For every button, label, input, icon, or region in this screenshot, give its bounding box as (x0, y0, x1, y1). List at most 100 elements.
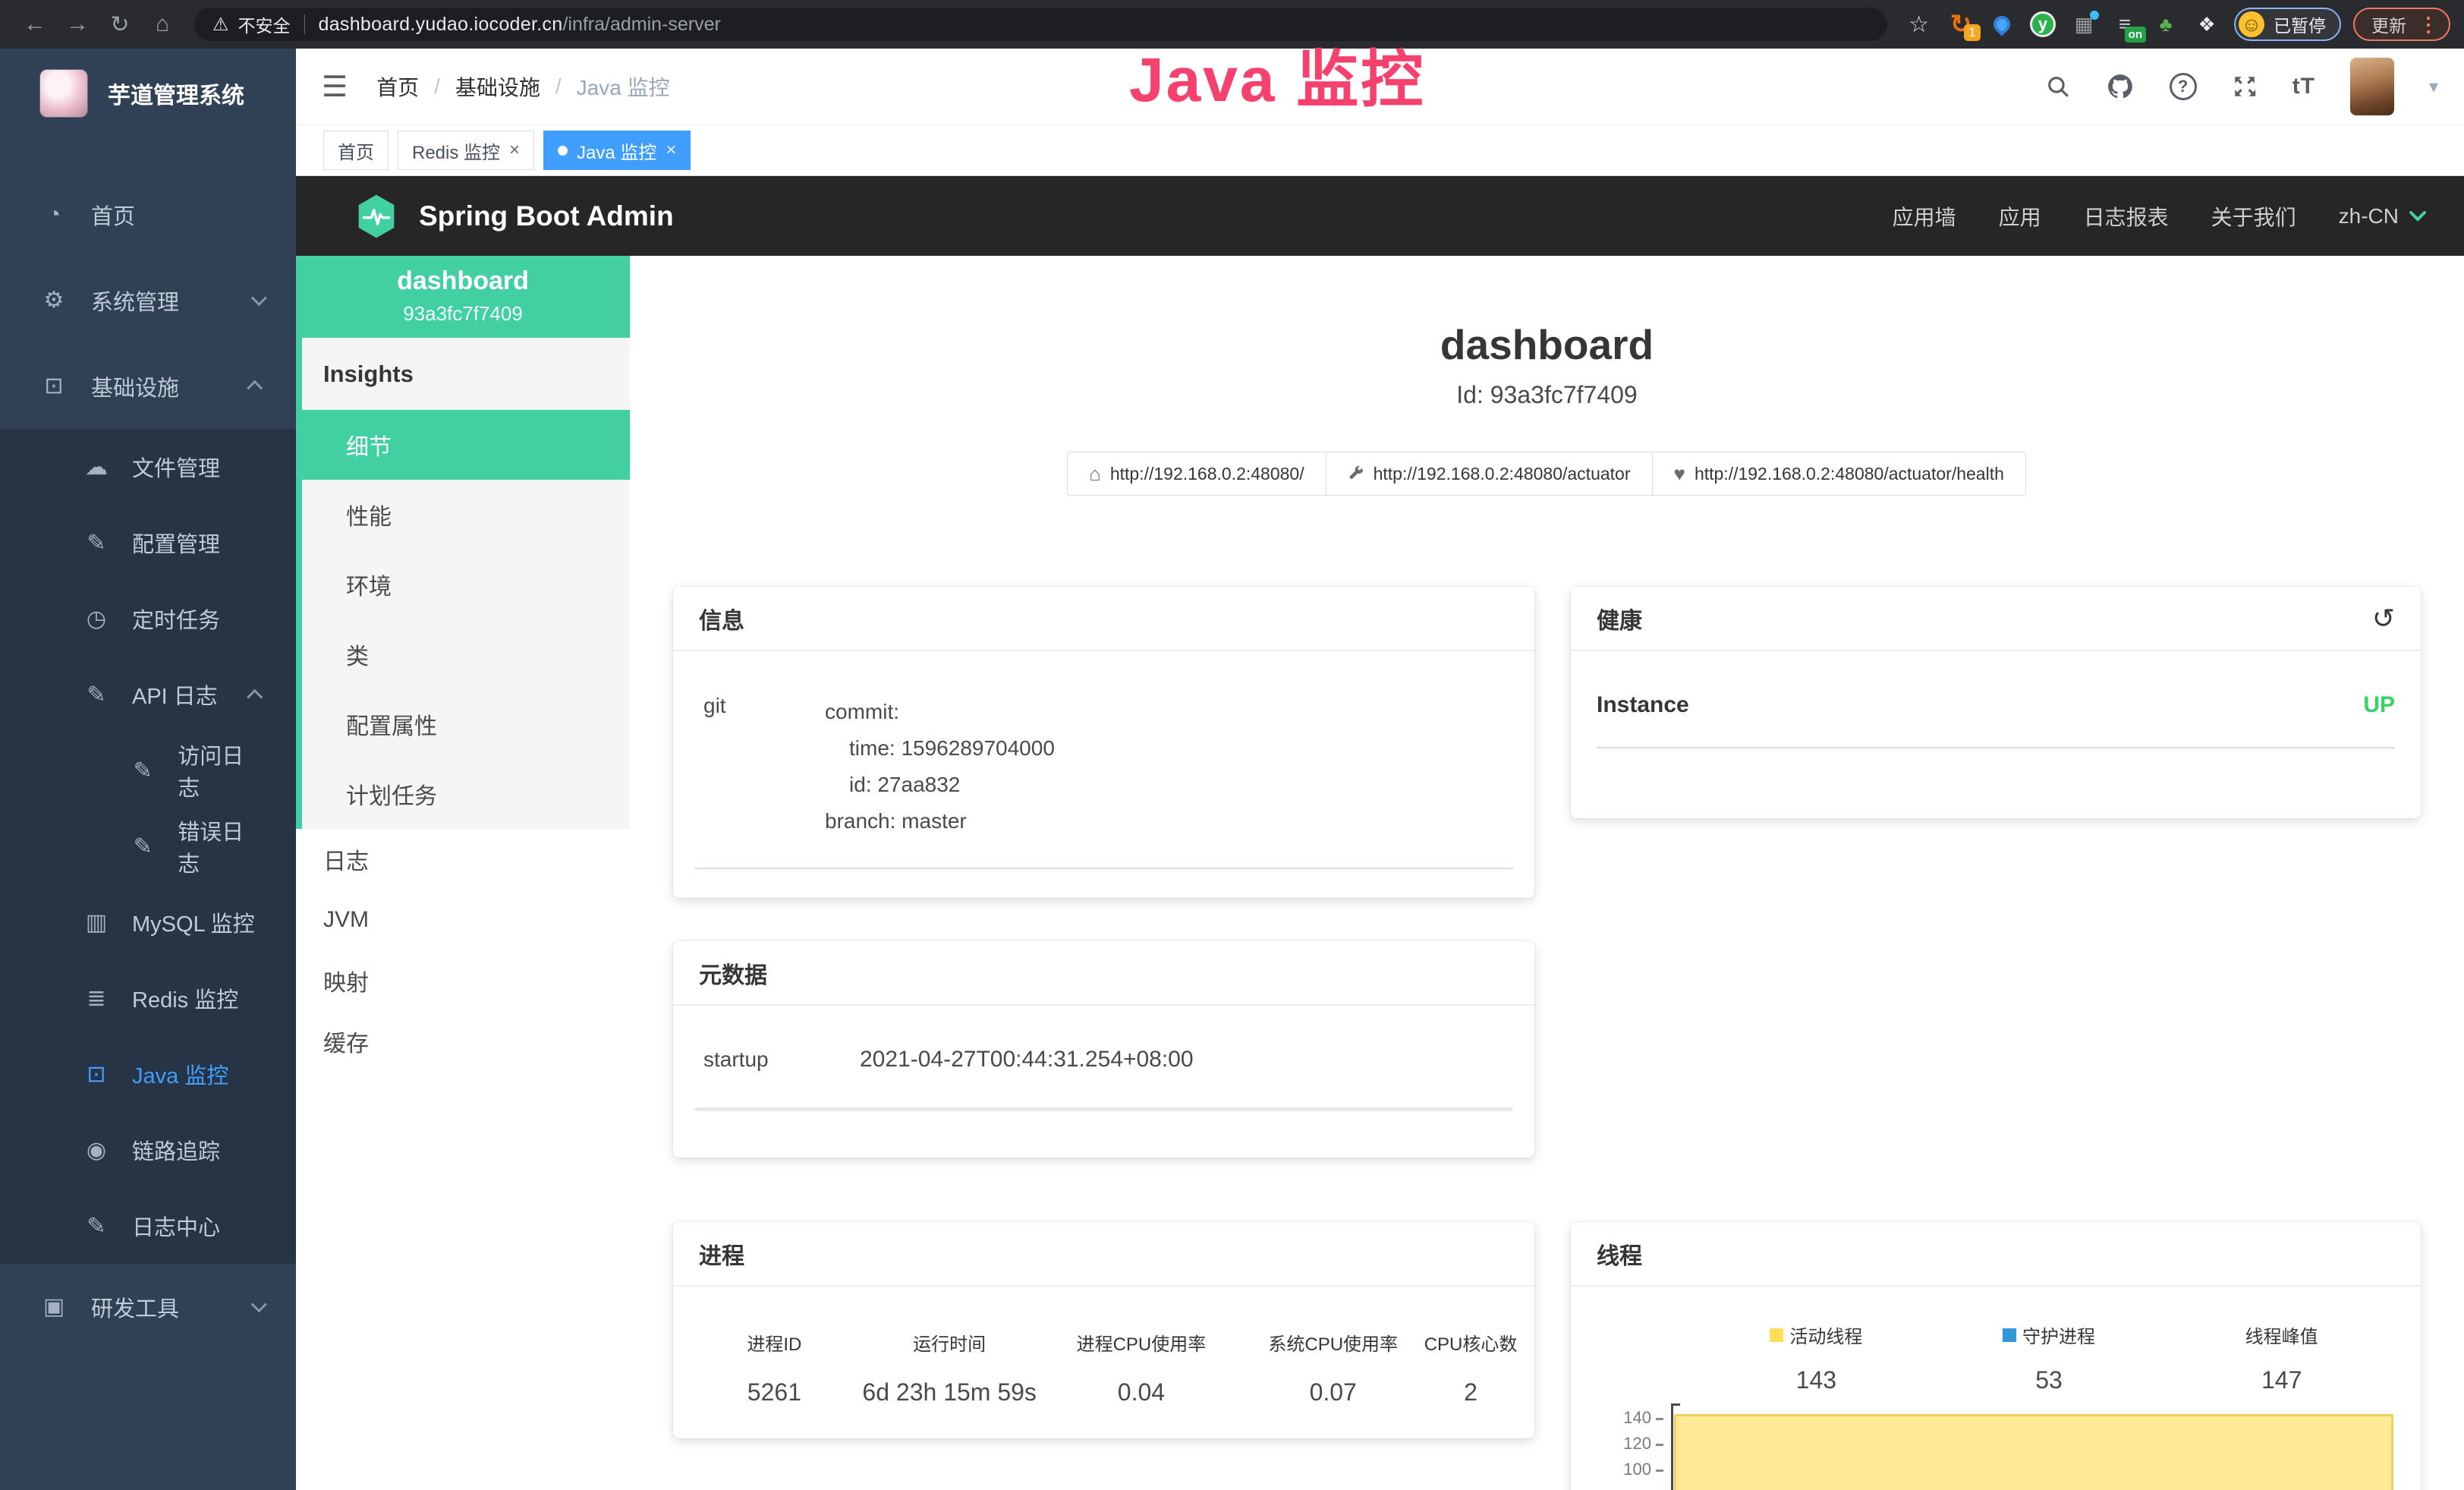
health-status-badge: UP (2363, 692, 2395, 718)
value-cpus: 2 (1421, 1378, 1521, 1407)
search-icon[interactable] (2045, 74, 2071, 99)
chrome-update-button[interactable]: 更新 ⋮ (2353, 8, 2450, 41)
service-url-button[interactable]: ⌂ http://192.168.0.2:48080/ (1067, 452, 1326, 496)
sba-nav-about[interactable]: 关于我们 (2211, 201, 2296, 232)
sprout-extension-icon[interactable]: ♣ (2152, 11, 2179, 38)
y-tick-120: 120 (1615, 1434, 1663, 1454)
address-bar[interactable]: ⚠ 不安全 dashboard.yudao.iocoder.cn /infra/… (194, 8, 1887, 41)
blue-swatch-icon (2003, 1328, 2016, 1342)
value-system-cpu: 0.07 (1245, 1378, 1421, 1407)
sidebar-item-dev-tools[interactable]: ▣ 研发工具 (0, 1264, 296, 1350)
col-header-pid: 进程ID (687, 1329, 862, 1356)
close-icon[interactable]: × (509, 141, 520, 159)
sba-menu-classes[interactable]: 类 (302, 619, 630, 689)
avatar-caret-icon[interactable]: ▾ (2429, 76, 2438, 98)
forward-icon[interactable]: → (56, 11, 99, 37)
timer-icon: ◷ (79, 606, 114, 632)
hamburger-icon[interactable]: ☰ (322, 70, 348, 104)
switch-extension-icon[interactable]: ≡ on (2111, 11, 2138, 38)
extensions-puzzle-icon[interactable]: ❖ (2193, 11, 2220, 38)
sidebar-item-log-center[interactable]: ✎ 日志中心 (0, 1188, 296, 1264)
sidebar-item-mysql-monitor[interactable]: ▥ MySQL 监控 (0, 884, 296, 960)
browser-profile-chip[interactable]: ☺ 已暂停 (2234, 8, 2341, 41)
sidebar-item-infrastructure[interactable]: ⊡ 基础设施 (0, 343, 296, 429)
fullscreen-icon[interactable] (2232, 74, 2258, 99)
breadcrumb: 首页 / 基础设施 / Java 监控 (376, 71, 670, 102)
sba-menu-loggers[interactable]: 日志 (296, 829, 630, 890)
database-icon: ▥ (79, 909, 114, 936)
extensions-row: ↻ 1 y ▦ ≡ on ♣ ❖ (1947, 11, 2220, 38)
breadcrumb-home[interactable]: 首页 (376, 71, 419, 102)
breadcrumb-current: Java 监控 (577, 71, 670, 102)
history-icon[interactable]: ↺ (2372, 603, 2395, 635)
y-extension-icon[interactable]: y (2029, 11, 2056, 38)
info-card-title: 信息 (673, 587, 1534, 651)
sba-menu-environment[interactable]: 环境 (302, 550, 630, 619)
sidebar-item-access-logs[interactable]: ✎ 访问日志 (0, 732, 296, 808)
grid-extension-icon[interactable]: ▦ (2070, 11, 2097, 38)
sba-brand[interactable]: Spring Boot Admin (419, 200, 674, 232)
font-size-icon[interactable]: tT (2292, 74, 2315, 99)
sidebar-item-home[interactable]: ◔ 首页 (0, 172, 296, 257)
sba-insights-section: Insights 细节 性能 环境 类 配置属性 计划任务 (296, 338, 630, 829)
gauge-icon: ◔ (36, 202, 71, 228)
health-card: 健康 ↺ Instance UP (1571, 587, 2421, 818)
sba-instance-name: dashboard (296, 266, 630, 296)
sba-menu-mappings[interactable]: 映射 (296, 950, 630, 1011)
security-warning-icon[interactable]: ⚠ (212, 14, 229, 36)
sidebar-item-system-management[interactable]: ⚙ 系统管理 (0, 257, 296, 343)
chevron-down-icon (2409, 211, 2426, 222)
sba-nav-wallboard[interactable]: 应用墙 (1893, 201, 1956, 232)
health-url-button[interactable]: ♥ http://192.168.0.2:48080/actuator/heal… (1652, 452, 2026, 496)
tab-home[interactable]: 首页 (323, 131, 389, 170)
pin-extension-icon[interactable] (1988, 11, 2016, 38)
legend-daemon-threads: 守护进程 (1933, 1321, 2166, 1348)
sidebar-item-error-logs[interactable]: ✎ 错误日志 (0, 808, 296, 884)
sidebar-item-trace[interactable]: ◉ 链路追踪 (0, 1112, 296, 1188)
extension-on-badge: on (2125, 27, 2146, 43)
sba-menu-scheduled-tasks[interactable]: 计划任务 (302, 759, 630, 829)
breadcrumb-infrastructure[interactable]: 基础设施 (455, 71, 540, 102)
sba-menu-details[interactable]: 细节 (302, 410, 630, 480)
sidebar-item-redis-monitor[interactable]: ≣ Redis 监控 (0, 960, 296, 1036)
cloud-upload-icon: ☁ (79, 454, 114, 480)
user-avatar[interactable] (2350, 58, 2394, 115)
yellow-swatch-icon (1770, 1328, 1783, 1342)
sidebar-item-scheduled-tasks[interactable]: ◷ 定时任务 (0, 581, 296, 657)
info-git-row: git commit: time: 1596289704000 id: 27aa… (694, 694, 1513, 869)
back-icon[interactable]: ← (14, 11, 56, 37)
sba-menu-jvm[interactable]: JVM (296, 890, 630, 950)
sba-locale-select[interactable]: zh-CN (2339, 204, 2426, 228)
github-icon[interactable] (2106, 72, 2135, 101)
sidebar-item-java-monitor[interactable]: ⊡ Java 监控 (0, 1036, 296, 1112)
value-pid: 5261 (687, 1378, 862, 1407)
actuator-url-button[interactable]: http://192.168.0.2:48080/actuator (1326, 452, 1653, 496)
browser-home-icon[interactable]: ⌂ (141, 11, 184, 37)
live-threads-area (1674, 1414, 2393, 1490)
help-icon[interactable]: ? (2170, 73, 2197, 100)
metadata-key: startup (694, 1047, 860, 1072)
app-logo-row[interactable]: 芋道管理系统 (0, 49, 296, 138)
tab-java-monitor[interactable]: Java 监控 × (543, 131, 691, 170)
sba-instance-header[interactable]: dashboard 93a3fc7f7409 (296, 256, 630, 338)
tab-redis-monitor[interactable]: Redis 监控 × (398, 131, 534, 170)
reload-icon[interactable]: ↻ (99, 11, 141, 38)
refresh-extension-icon[interactable]: ↻ 1 (1947, 11, 1975, 38)
app-sidebar: 芋道管理系统 ◔ 首页 ⚙ 系统管理 ⊡ 基础设施 ☁ 文件管理 (0, 49, 296, 1490)
health-instance-row[interactable]: Instance UP (1597, 692, 2395, 748)
close-icon[interactable]: × (666, 141, 676, 159)
sba-nav-journal[interactable]: 日志报表 (2084, 201, 2169, 232)
browser-menu-icon[interactable]: ⋮ (2418, 13, 2438, 36)
sba-menu-caches[interactable]: 缓存 (296, 1011, 630, 1072)
sba-nav-applications[interactable]: 应用 (1999, 201, 2041, 232)
sba-menu-config-props[interactable]: 配置属性 (302, 689, 630, 759)
sidebar-item-file-management[interactable]: ☁ 文件管理 (0, 429, 296, 505)
sidebar-item-config-management[interactable]: ✎ 配置管理 (0, 505, 296, 581)
info-value: commit: time: 1596289704000 id: 27aa832 … (825, 694, 1055, 840)
bookmark-star-icon[interactable]: ☆ (1909, 11, 1929, 38)
sba-menu-metrics[interactable]: 性能 (302, 480, 630, 550)
profile-paused-label: 已暂停 (2274, 11, 2326, 37)
chevron-up-icon (247, 380, 263, 396)
process-card: 进程 进程ID 运行时间 进程CPU使用率 系统CPU使用率 CPU核心数 52… (673, 1222, 1534, 1438)
sidebar-item-api-logs[interactable]: ✎ API 日志 (0, 657, 296, 732)
